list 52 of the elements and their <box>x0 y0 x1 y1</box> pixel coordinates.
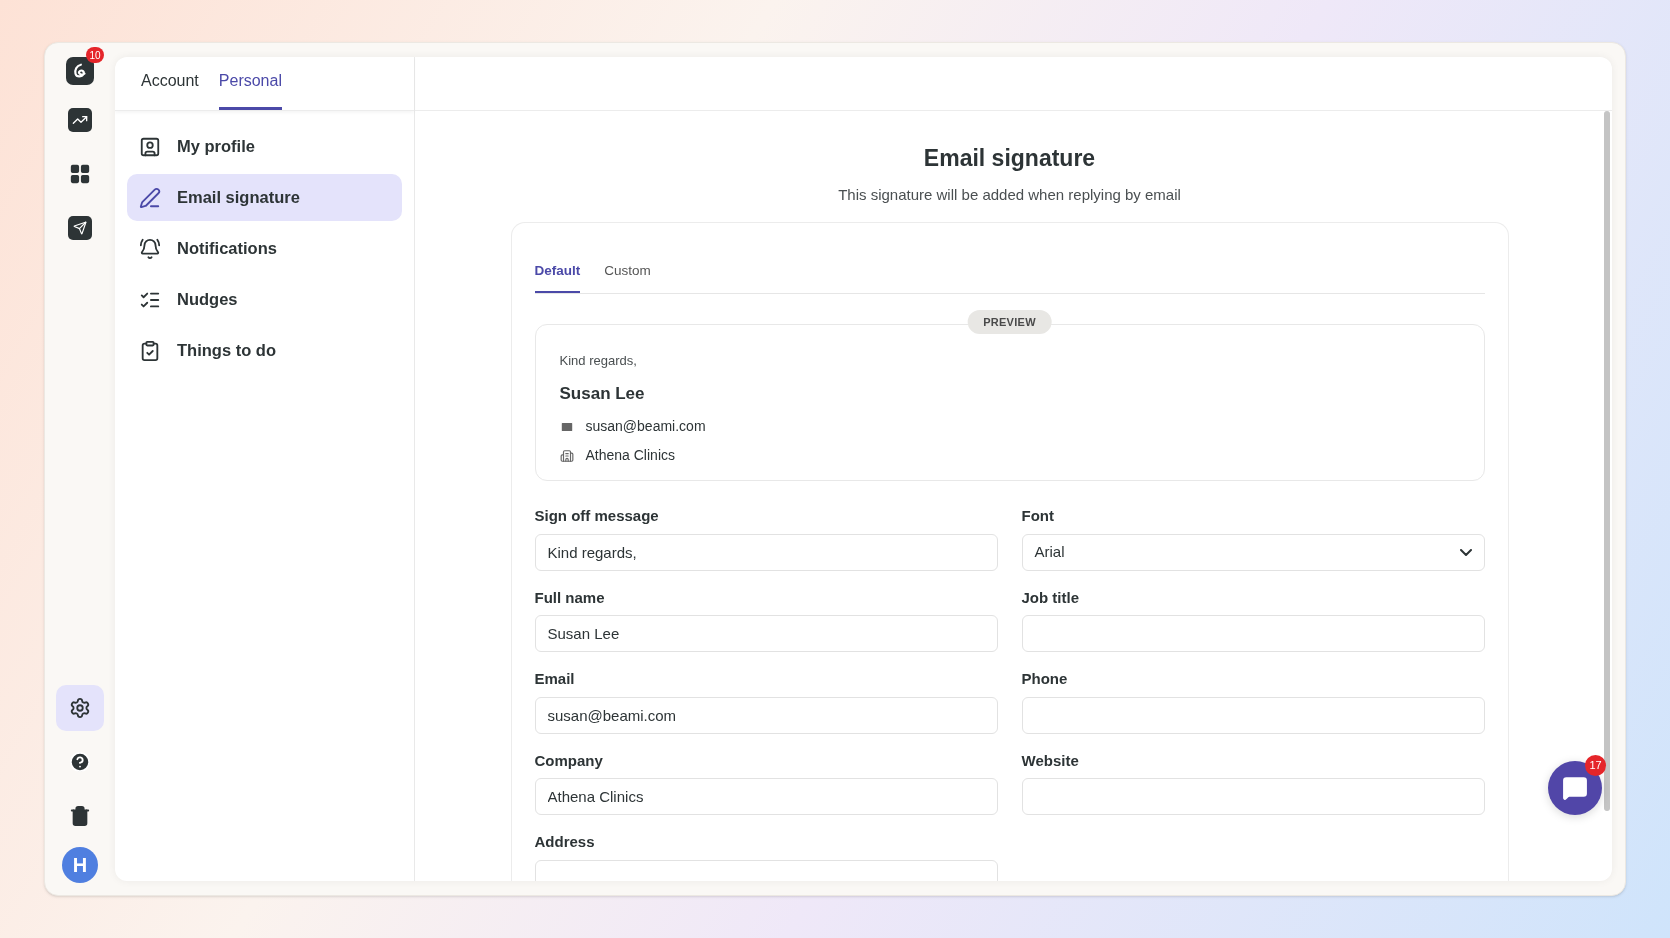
chat-bubble-icon <box>1562 775 1588 801</box>
pen-icon <box>139 186 161 209</box>
preview-name: Susan Lee <box>559 382 646 405</box>
text-field[interactable]: Athena Clinics <box>534 778 998 816</box>
page-subtitle: This signature will be added when replying by email <box>838 184 1181 205</box>
trend-chart-icon <box>68 108 92 132</box>
rail-button[interactable] <box>56 685 104 731</box>
apps-grid-icon <box>69 163 91 185</box>
preview-company: Athena Clinics <box>585 446 675 466</box>
top-tab[interactable]: Personal <box>218 69 282 110</box>
sidebar-item[interactable]: My profile <box>127 123 402 170</box>
font-select[interactable]: Arial <box>1021 533 1485 571</box>
text-field[interactable] <box>1021 778 1485 816</box>
text-field[interactable]: susan@beami.com <box>534 696 998 734</box>
page-title: Email signature <box>923 144 1096 173</box>
sidebar-item[interactable]: Email signature <box>127 174 402 221</box>
app-logo[interactable] <box>66 57 94 85</box>
settings-icon <box>69 697 91 719</box>
scrollbar-thumb[interactable] <box>1604 111 1610 811</box>
preview-greeting: Kind regards, <box>559 352 638 371</box>
trash-icon <box>69 805 91 827</box>
field-label: Company <box>534 750 604 771</box>
checklist-icon <box>139 339 161 362</box>
sidebar-item[interactable]: Notifications <box>127 225 402 272</box>
bell-icon <box>139 237 161 260</box>
notification-badge: 10 <box>86 47 104 63</box>
field-label: Phone <box>1021 669 1069 690</box>
field-label: Address <box>534 832 596 853</box>
help-icon <box>69 751 91 773</box>
text-field[interactable] <box>1021 696 1485 734</box>
field-label: Full name <box>534 587 606 608</box>
chat-button[interactable] <box>1548 761 1602 815</box>
signature-tab[interactable]: Custom <box>604 261 651 294</box>
text-field[interactable]: Susan Lee <box>534 615 998 653</box>
signature-tab[interactable]: Default <box>534 261 581 294</box>
field-label: Email <box>534 669 576 690</box>
field-label: Website <box>1021 750 1080 771</box>
send-icon <box>68 216 92 240</box>
field-label: Sign off message <box>534 506 660 527</box>
preview-email: susan@beami.com <box>585 417 706 437</box>
sidebar-item[interactable]: Nudges <box>127 276 402 323</box>
field-label: Font <box>1021 506 1055 527</box>
top-tab[interactable]: Account <box>141 69 199 110</box>
field-label: Job title <box>1021 587 1080 608</box>
text-field[interactable] <box>1021 615 1485 653</box>
building-icon <box>559 448 574 463</box>
profile-icon <box>139 135 161 158</box>
chevron-down-icon <box>1459 548 1472 556</box>
preview-badge: PREVIEW <box>967 310 1052 335</box>
text-field[interactable]: Kind regards, <box>534 533 998 571</box>
user-avatar[interactable]: H <box>62 847 98 883</box>
sidebar-item[interactable]: Things to do <box>127 327 402 374</box>
